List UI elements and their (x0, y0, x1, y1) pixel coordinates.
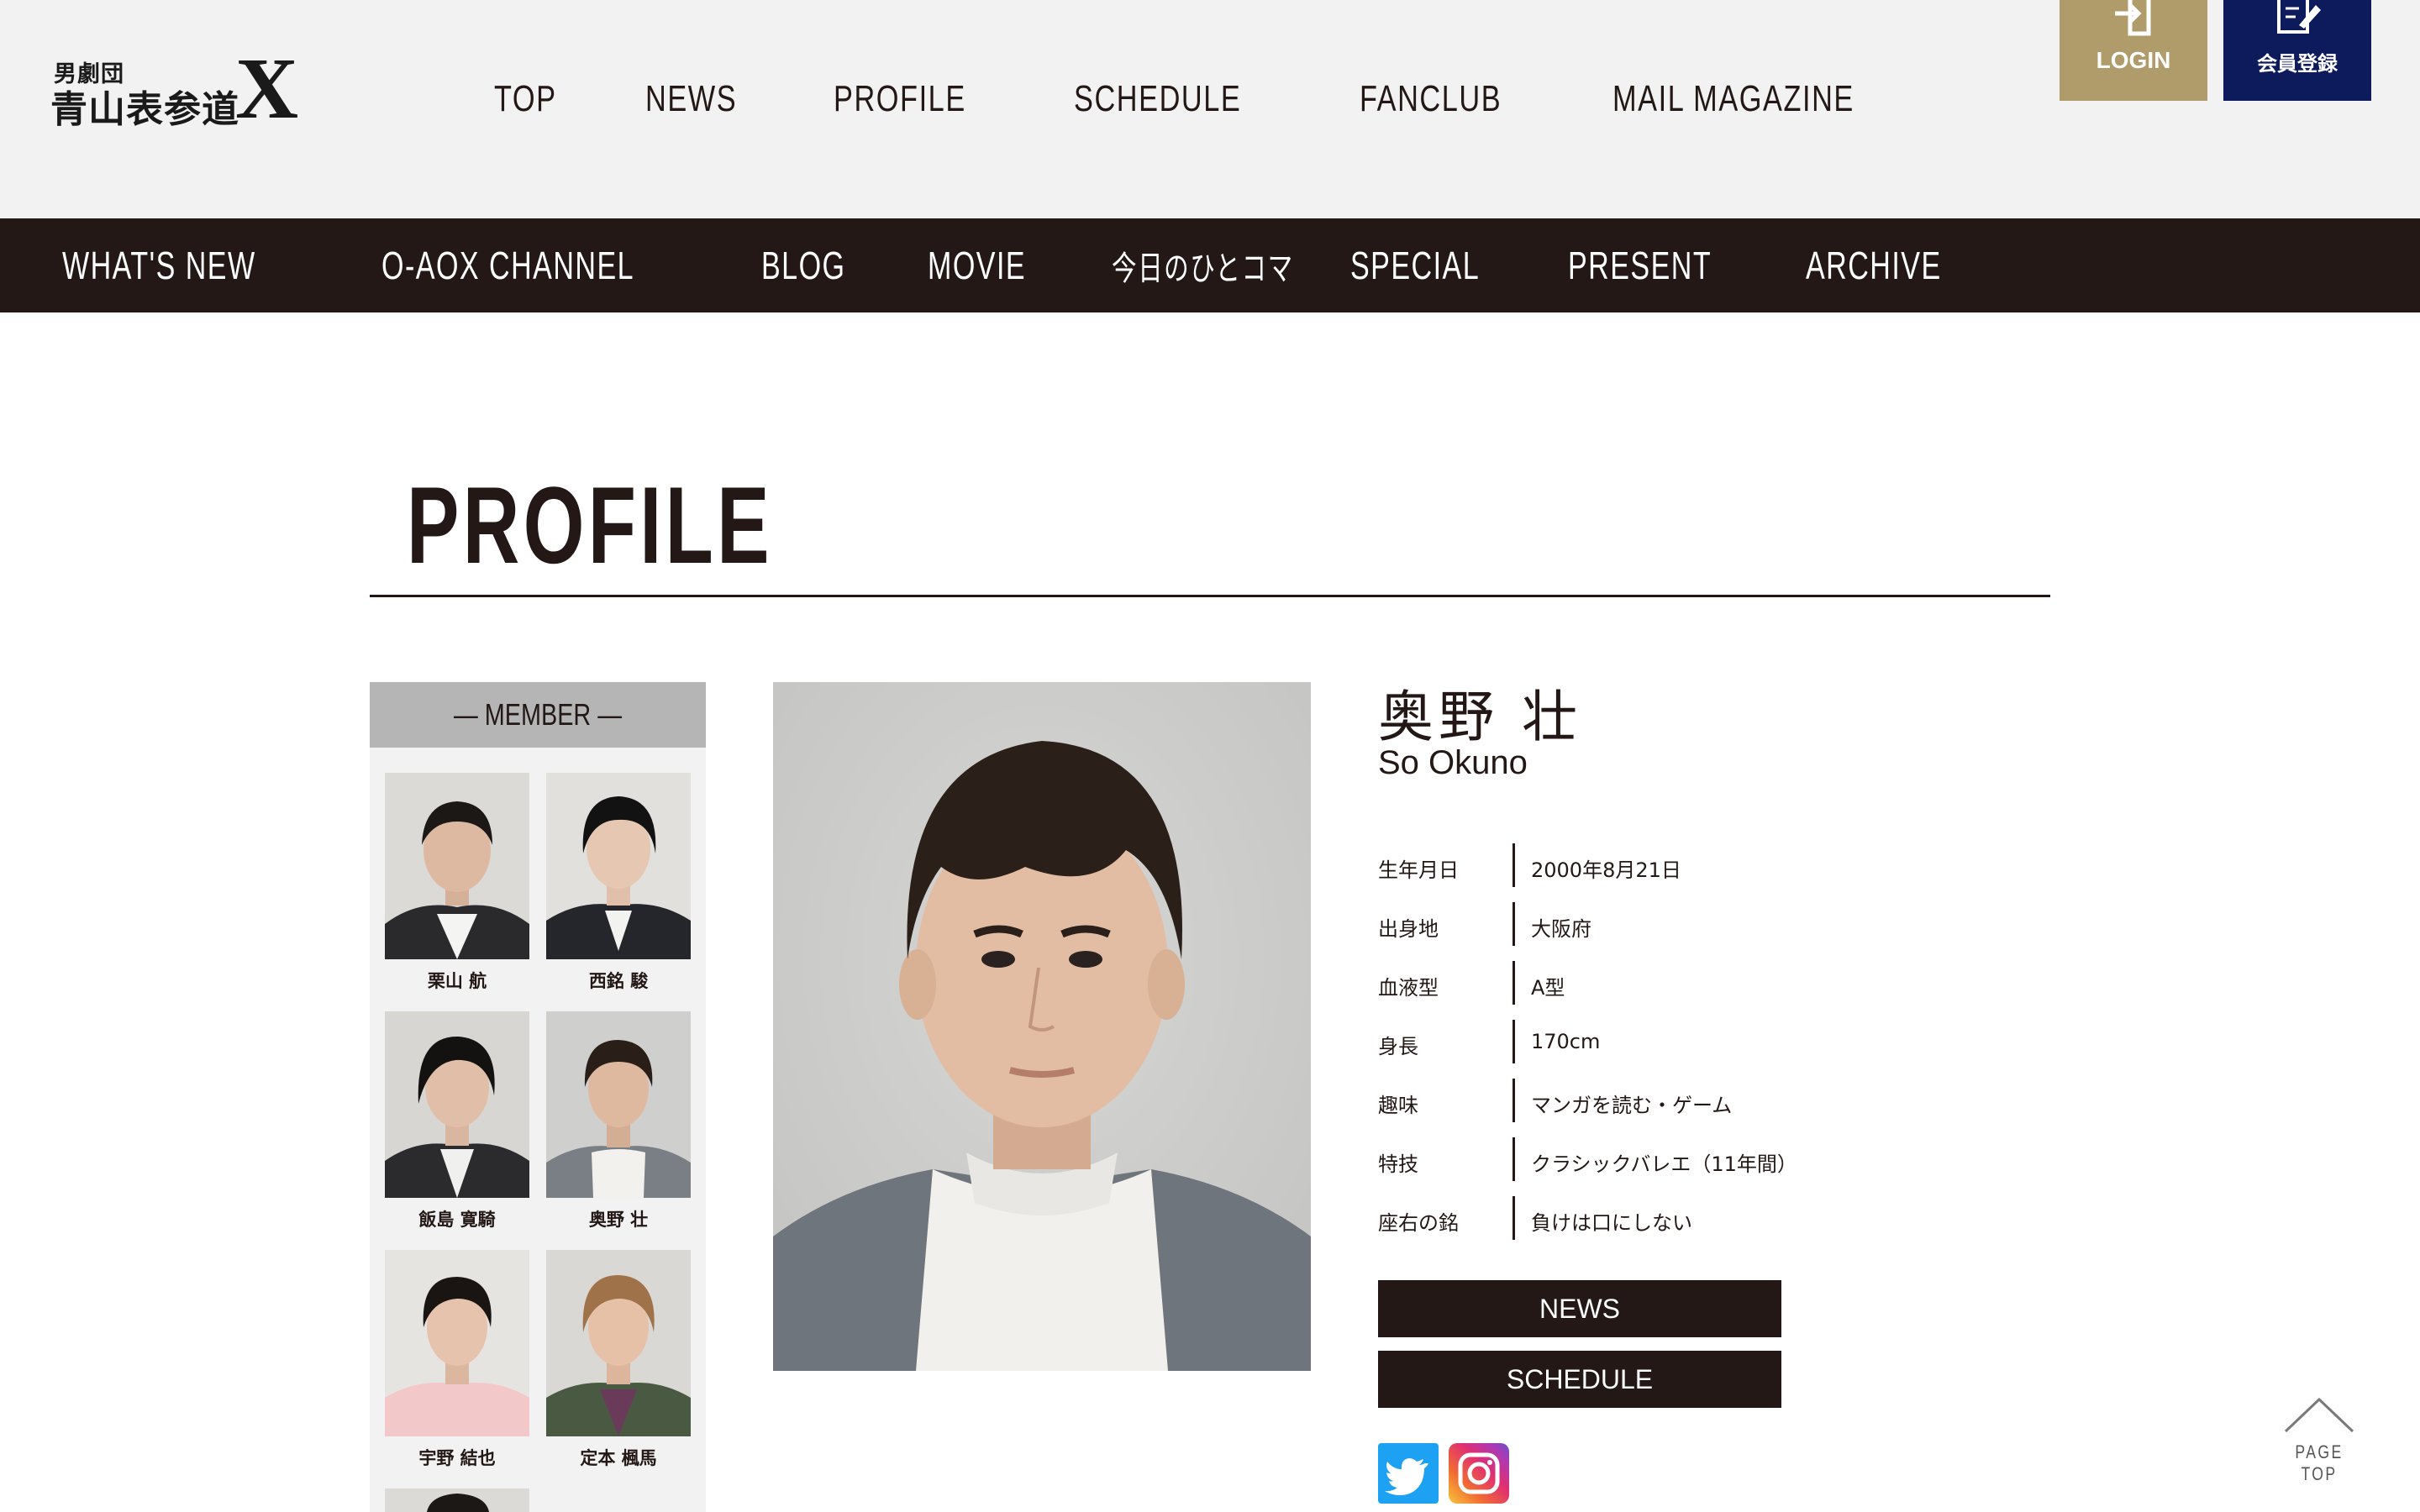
detail-value: A型 (1531, 976, 1565, 1000)
subnav-today-snapshot[interactable]: 今日のひとコマ (1112, 241, 1294, 290)
member-photo (546, 1011, 691, 1198)
detail-row-skill: 特技 クラシックバレエ（11年間） (1378, 1137, 2050, 1181)
member-name: 宇野 結也 (418, 1448, 496, 1468)
member-list-panel: — MEMBER — 栗山 航 西銘 駿 飯島 寛騎 奥野 壮 宇野 結也 定本… (370, 682, 706, 1512)
member-panel-title: — MEMBER — (453, 697, 622, 732)
member-photo (546, 1250, 691, 1436)
member-card[interactable]: 西銘 駿 (546, 773, 691, 993)
detail-label: 座右の銘 (1378, 1211, 1459, 1235)
member-photo (546, 773, 691, 959)
member-card[interactable]: 飯島 寛騎 (385, 1011, 529, 1231)
subnav-o-aox-channel[interactable]: O-AOX CHANNEL (381, 243, 634, 288)
detail-label: 生年月日 (1378, 858, 1459, 882)
member-schedule-button[interactable]: SCHEDULE (1378, 1351, 1781, 1408)
detail-row-hometown: 出身地 大阪府 (1378, 902, 2050, 946)
subnav-archive[interactable]: ARCHIVE (1806, 243, 1942, 288)
login-icon (2115, 0, 2151, 36)
login-button[interactable]: LOGIN (2060, 0, 2207, 101)
profile-photo (773, 682, 1311, 1371)
detail-separator (1512, 902, 1515, 946)
heading-divider (370, 595, 2050, 597)
detail-label: 趣味 (1378, 1094, 1418, 1117)
member-name: 飯島 寛騎 (418, 1210, 496, 1230)
login-label: LOGIN (2096, 47, 2171, 73)
detail-label: 出身地 (1378, 917, 1439, 941)
detail-label: 特技 (1378, 1152, 1418, 1176)
detail-separator (1512, 1020, 1515, 1063)
detail-row-height: 身長 170cm (1378, 1020, 2050, 1063)
member-news-button[interactable]: NEWS (1378, 1280, 1781, 1337)
twitter-link[interactable] (1378, 1443, 1439, 1504)
member-photo (385, 1488, 529, 1512)
gnav-news[interactable]: NEWS (645, 78, 737, 120)
sub-nav: WHAT'S NEW O-AOX CHANNEL BLOG MOVIE 今日のひ… (0, 218, 2420, 312)
member-name: 定本 楓馬 (580, 1448, 657, 1468)
detail-row-hobby: 趣味 マンガを読む・ゲーム (1378, 1079, 2050, 1122)
member-name: 奥野 壮 (588, 1210, 649, 1230)
page-title: PROFILE (407, 464, 773, 586)
member-card[interactable]: 奥野 壮 (546, 1011, 691, 1231)
register-icon (2277, 0, 2321, 34)
detail-row-birthday: 生年月日 2000年8月21日 (1378, 843, 2050, 887)
detail-label: 身長 (1378, 1035, 1418, 1058)
gnav-profile[interactable]: PROFILE (834, 78, 966, 120)
profile-name-en: So Okuno (1378, 744, 1528, 781)
detail-value: クラシックバレエ（11年間） (1531, 1152, 1797, 1176)
page-top-label: PAGE TOP (2295, 1441, 2344, 1484)
twitter-icon (1385, 1458, 1428, 1495)
member-card[interactable]: 栗山 航 (385, 773, 529, 993)
gnav-mail-magazine[interactable]: MAIL MAGAZINE (1612, 78, 1854, 120)
gnav-top[interactable]: TOP (494, 78, 557, 120)
instagram-icon (1458, 1452, 1500, 1494)
member-name: 栗山 航 (427, 971, 487, 991)
register-button[interactable]: 会員登録 (2223, 0, 2371, 101)
register-label: 会員登録 (2257, 53, 2338, 76)
subnav-whats-new[interactable]: WHAT'S NEW (62, 243, 256, 288)
detail-value: マンガを読む・ゲーム (1531, 1094, 1733, 1117)
detail-separator (1512, 1196, 1515, 1240)
subnav-present[interactable]: PRESENT (1568, 243, 1712, 288)
detail-row-blood-type: 血液型 A型 (1378, 961, 2050, 1005)
subnav-special[interactable]: SPECIAL (1350, 243, 1480, 288)
detail-value: 2000年8月21日 (1531, 858, 1681, 882)
detail-separator (1512, 1079, 1515, 1122)
gnav-schedule[interactable]: SCHEDULE (1074, 78, 1241, 120)
member-photo (385, 1250, 529, 1436)
member-photo (385, 773, 529, 959)
detail-row-motto: 座右の銘 負けは口にしない (1378, 1196, 2050, 1240)
logo-main-text: 青山表参道 (50, 88, 239, 131)
site-header: 男劇団 青山表参道 X TOP NEWS PROFILE SCHEDULE FA… (0, 0, 2420, 218)
chevron-up-icon (2284, 1397, 2354, 1433)
member-panel-header: — MEMBER — (370, 682, 706, 748)
member-card[interactable]: 定本 楓馬 (546, 1250, 691, 1470)
member-card[interactable]: 宇野 結也 (385, 1250, 529, 1470)
member-name: 西銘 駿 (588, 971, 649, 991)
subnav-movie[interactable]: MOVIE (928, 243, 1026, 288)
detail-value: 負けは口にしない (1531, 1211, 1692, 1235)
subnav-blog[interactable]: BLOG (761, 243, 846, 288)
detail-value: 大阪府 (1531, 917, 1591, 941)
global-nav: TOP NEWS PROFILE SCHEDULE FANCLUB MAIL M… (494, 74, 1993, 124)
member-card[interactable] (385, 1488, 529, 1512)
profile-name-jp: 奥野 壮 (1378, 685, 1582, 749)
gnav-fanclub[interactable]: FANCLUB (1360, 78, 1502, 120)
detail-separator (1512, 843, 1515, 887)
instagram-link[interactable] (1449, 1443, 1509, 1504)
detail-separator (1512, 961, 1515, 1005)
detail-separator (1512, 1137, 1515, 1181)
logo-x-mark: X (235, 40, 299, 137)
site-logo[interactable]: 男劇団 青山表参道 X (50, 45, 307, 133)
detail-value: 170cm (1531, 1030, 1601, 1053)
member-photo (385, 1011, 529, 1198)
page-top-button[interactable]: PAGE TOP (2269, 1394, 2370, 1484)
detail-label: 血液型 (1378, 976, 1439, 1000)
